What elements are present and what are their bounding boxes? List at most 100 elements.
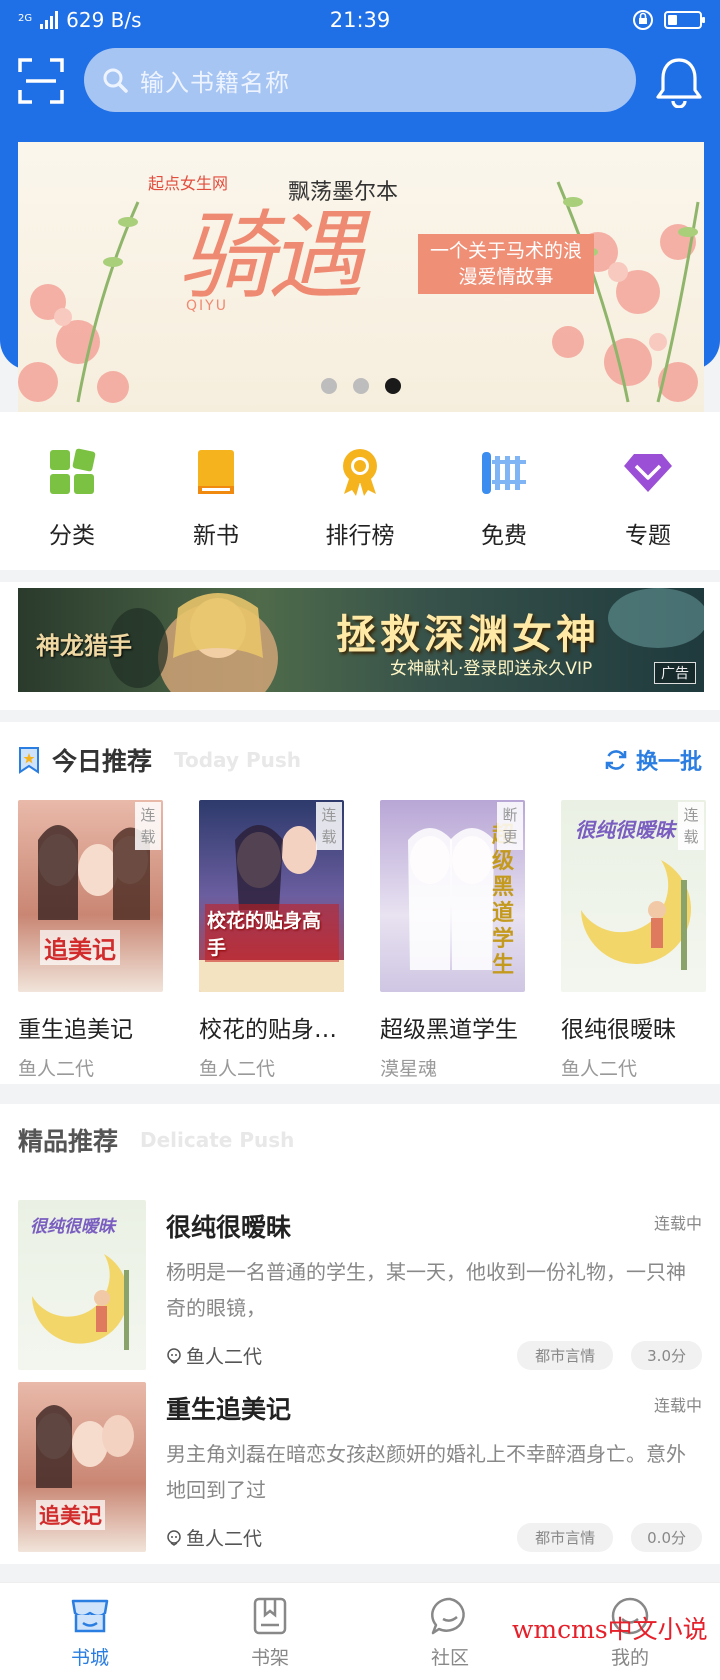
book-status-tag: 连载 [678,802,704,850]
ad-game-name: 神龙猎手 [36,631,132,660]
store-icon [71,1599,109,1633]
category-topics[interactable]: 专题 [576,412,720,570]
promo-banner[interactable]: 起点女生网 骑遇 QIYU 飘荡墨尔本 一个关于马术的浪漫爱情故事 [18,142,704,412]
category-label: 新书 [193,523,239,549]
book-cover: 校花的贴身高手 连载 [199,800,344,992]
category-new-books[interactable]: 新书 [144,412,288,570]
tab-label: 书城 [70,1647,109,1669]
cover-title: 校花的贴身高手 [205,904,339,962]
refresh-label: 换一批 [635,750,702,775]
score-badge: 0.0分 [631,1523,702,1552]
book-author: 鱼人二代 [166,1342,262,1369]
category-classify[interactable]: 分类 [0,412,144,570]
search-header: 输入书籍名称 [0,48,720,114]
banner-tagline: 一个关于马术的浪漫爱情故事 [418,234,594,294]
cover-title: 追美记 [36,1500,105,1530]
author-name: 鱼人二代 [186,1528,263,1550]
category-label: 专题 [625,523,671,549]
book-status: 连载中 [653,1214,702,1233]
book-title: 超级黑道学生 [380,1017,518,1043]
author-icon [167,1529,181,1546]
book-author: 鱼人二代 [18,1058,95,1080]
list-item[interactable]: 很纯很暧昧 很纯很暧昧 连载中 杨明是一名普通的学生，某一天，他收到一份礼物，一… [18,1200,702,1370]
book-title: 重生追美记 [18,1017,133,1043]
book-cover: 很纯很暧昧 [18,1200,146,1370]
chat-icon [431,1597,465,1635]
tab-label: 社区 [430,1647,469,1669]
delicate-push-section: 精品推荐 Delicate Push 很纯很暧昧 很纯很暧昧 连载中 杨明是一名… [0,1104,720,1564]
status-bar: 2G 629 B/s 21:39 [0,0,720,40]
book-card[interactable]: 校花的贴身高手 连载 校花的贴身… 鱼人二代 [199,800,344,1081]
refresh-icon [605,750,627,770]
carousel-dot[interactable] [321,378,337,394]
book-status-tag: 连载 [135,802,161,850]
book-status-tag: 连载 [316,802,342,850]
ad-badge: 广告 [654,662,696,684]
bookmark-icon [19,747,39,774]
category-label: 免费 [481,523,527,549]
diamond-icon [624,454,672,492]
section-title-en: Delicate Push [140,1128,295,1152]
search-placeholder: 输入书籍名称 [140,68,290,97]
book-card[interactable]: 追美记 连载 重生追美记 鱼人二代 [18,800,163,1081]
free-fence-icon [482,452,526,494]
author-icon [167,1347,181,1364]
section-title: 精品推荐 [18,1127,119,1156]
genre-badge: 都市言情 [517,1523,614,1552]
genre-badge: 都市言情 [517,1341,614,1370]
search-icon [103,68,128,93]
tab-bookstore[interactable]: 书城 [0,1583,180,1680]
section-header: 今日推荐 Today Push 换一批 [18,738,702,782]
watermark: wmcms中文小说 [512,1615,708,1644]
medal-icon [343,449,377,496]
book-title: 很纯很暧昧 [166,1213,292,1242]
book-title: 重生追美记 [166,1395,292,1424]
book-cover: 追美记 连载 [18,800,163,992]
search-input[interactable]: 输入书籍名称 [84,48,636,112]
ad-banner[interactable]: 神龙猎手 拯救深渊女神 女神献礼·登录即送永久VIP 广告 [18,588,704,692]
list-item[interactable]: 追美记 重生追美记 连载中 男主角刘磊在暗恋女孩赵颜妍的婚礼上不幸醉酒身亡。意外… [18,1382,702,1552]
author-name: 鱼人二代 [186,1346,263,1368]
section-title-en: Today Push [174,748,301,772]
bell-icon[interactable] [654,56,704,108]
book-card[interactable]: 很纯很暧昧 连载 很纯很暧昧 鱼人二代 [561,800,706,1081]
today-book-list: 追美记 连载 重生追美记 鱼人二代 校花的贴身高手 连载 校花的贴身… 鱼人二代… [18,800,706,1081]
section-title: 今日推荐 [52,747,153,776]
book-author: 鱼人二代 [166,1524,262,1551]
bookshelf-icon [253,1597,287,1635]
category-ranking[interactable]: 排行榜 [288,412,432,570]
ad-section: 神龙猎手 拯救深渊女神 女神献礼·登录即送永久VIP 广告 [0,582,720,710]
book-status: 连载中 [653,1396,702,1415]
grid-icon [50,448,96,494]
banner-author: 飘荡墨尔本 [288,180,399,205]
carousel-dot[interactable] [385,378,401,394]
today-push-section: 今日推荐 Today Push 换一批 追美记 连载 重生追美记 鱼人二代 校花… [0,722,720,1084]
carousel-dot[interactable] [353,378,369,394]
book-author: 鱼人二代 [199,1058,276,1080]
book-status-tag: 断更 [497,802,523,850]
refresh-button[interactable]: 换一批 [604,744,702,776]
section-header: 精品推荐 Delicate Push [18,1118,702,1162]
book-cover: 很纯很暧昧 连载 [561,800,706,992]
score-badge: 3.0分 [631,1341,702,1370]
cover-title: 很纯很暧昧 [575,818,675,842]
banner-title-pinyin: QIYU [186,298,228,314]
book-author: 鱼人二代 [561,1058,638,1080]
category-free[interactable]: 免费 [432,412,576,570]
carousel-indicator [18,378,704,394]
book-title: 校花的贴身… [199,1017,337,1043]
book-description: 男主角刘磊在暗恋女孩赵颜妍的婚礼上不幸醉酒身亡。意外地回到了过 [166,1442,686,1502]
clock: 21:39 [329,8,391,32]
book-description: 杨明是一名普通的学生，某一天，他收到一份礼物，一只神奇的眼镜， [166,1260,686,1320]
cover-title: 追美记 [40,930,120,965]
ad-subline: 女神献礼·登录即送永久VIP [390,659,593,679]
tab-label: 书架 [250,1647,289,1669]
book-title: 很纯很暧昧 [561,1017,676,1043]
category-nav: 分类 新书 排行榜 免费 专题 [0,412,720,570]
scan-icon[interactable] [18,58,64,104]
ad-headline: 拯救深渊女神 [336,611,600,658]
category-label: 分类 [49,523,95,549]
tab-bookshelf[interactable]: 书架 [180,1583,360,1680]
book-card[interactable]: 超级黑道学生 断更 超级黑道学生 漠星魂 [380,800,525,1081]
category-label: 排行榜 [325,523,395,549]
